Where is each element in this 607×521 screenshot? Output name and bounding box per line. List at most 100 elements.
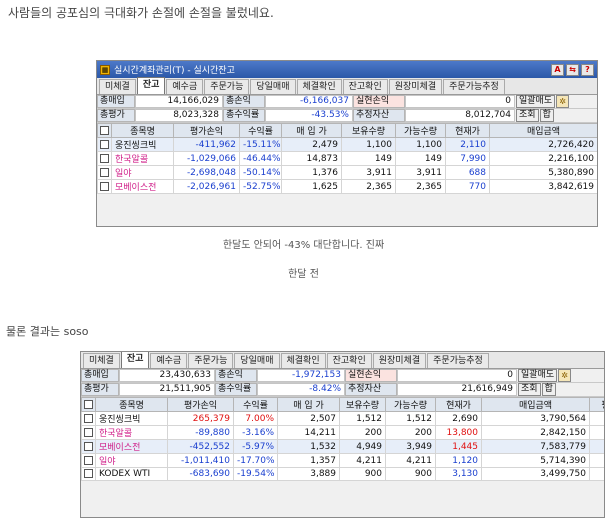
table-row[interactable]: KODEX WTI -683,690 -19.54% 3,889 900 900… xyxy=(81,467,604,481)
tab-deposit[interactable]: 예수금 xyxy=(166,79,204,94)
total-pnl-value: -6,166,037 xyxy=(265,95,353,108)
col-header-name[interactable]: 종목명 xyxy=(95,397,168,412)
table-header: 종목명 평가손익 수익률 매 입 가 보유수량 가능수량 현재가 매입금액 평 xyxy=(81,397,604,412)
row-checkbox[interactable] xyxy=(81,411,96,426)
col-header-price[interactable]: 현재가 xyxy=(435,397,482,412)
table-row[interactable]: 모베이스전 -452,552 -5.97% 1,532 4,949 3,949 … xyxy=(81,439,604,454)
current-price: 2,110 xyxy=(445,137,490,152)
quantity: 900 xyxy=(339,467,386,481)
tab-balance[interactable]: 잔고 xyxy=(136,77,166,94)
tab-daily-trade[interactable]: 당일매매 xyxy=(234,353,280,368)
row-checkbox[interactable] xyxy=(97,151,112,166)
col-header-pnl[interactable]: 평가손익 xyxy=(173,123,240,138)
tab-ledger-unfilled[interactable]: 원장미체결 xyxy=(372,353,427,368)
tab-balance-check[interactable]: 잔고확인 xyxy=(326,353,372,368)
row-checkbox[interactable] xyxy=(81,439,96,454)
col-header-cost[interactable]: 매입금액 xyxy=(489,123,597,138)
table-row[interactable]: 일야 -1,011,410 -17.70% 1,357 4,211 4,211 … xyxy=(81,453,604,468)
col-header-eval[interactable]: 평 xyxy=(589,397,604,412)
col-header-available[interactable]: 가능수량 xyxy=(385,397,436,412)
eval-pnl: 265,379 xyxy=(167,411,234,426)
table-header: 종목명 평가손익 수익률 매 입 가 보유수량 가능수량 현재가 매입금액 xyxy=(97,123,597,138)
quantity: 200 xyxy=(339,425,386,440)
quantity: 3,911 xyxy=(341,165,396,180)
tab-fill-check[interactable]: 체결확인 xyxy=(296,79,342,94)
tab-balance[interactable]: 잔고 xyxy=(120,352,150,368)
purchase-amount: 3,790,564 xyxy=(481,411,590,426)
available-qty: 1,512 xyxy=(385,411,436,426)
tab-unfilled[interactable]: 미체결 xyxy=(83,353,120,368)
table-row[interactable]: 웅진씽크빅 -411,962 -15.11% 2,479 1,100 1,100… xyxy=(97,137,597,152)
row-checkbox[interactable] xyxy=(81,425,96,440)
help-icon[interactable]: ? xyxy=(581,63,594,76)
tab-fill-check[interactable]: 체결확인 xyxy=(280,353,326,368)
available-qty: 3,949 xyxy=(385,439,436,454)
current-price: 3,130 xyxy=(435,467,482,481)
table-row[interactable]: 한국알콜 -1,029,066 -46.44% 14,873 149 149 7… xyxy=(97,151,597,166)
settings-gear-icon[interactable]: ✲ xyxy=(556,95,570,108)
tab-balance-check[interactable]: 잔고확인 xyxy=(342,79,388,94)
total-eval-value: 8,023,328 xyxy=(135,109,223,122)
col-header-rate[interactable]: 수익률 xyxy=(239,123,282,138)
sell-all-button[interactable]: 일괄매도 xyxy=(516,95,556,108)
tab-orderable-estimate[interactable]: 주문가능추정 xyxy=(443,79,505,94)
col-header-name[interactable]: 종목명 xyxy=(111,123,174,138)
table-row[interactable]: 모베이스전 -2,026,961 -52.75% 1,625 2,365 2,3… xyxy=(97,179,597,194)
window-title-bar[interactable]: ▦ 실시간계좌관리(T) - 실시간잔고 A ⇆ ? xyxy=(97,61,597,78)
purchase-amount: 5,380,890 xyxy=(489,165,597,180)
tab-orderable[interactable]: 주문가능 xyxy=(204,79,250,94)
return-rate: -52.75% xyxy=(239,179,282,194)
tab-ledger-unfilled[interactable]: 원장미체결 xyxy=(388,79,443,94)
col-header-price[interactable]: 현재가 xyxy=(445,123,490,138)
app-icon: ▦ xyxy=(100,64,110,75)
summary-row-2: 총평가 21,511,905 총수익률 -8.42% 추정자산 21,616,9… xyxy=(81,383,604,397)
quantity: 2,365 xyxy=(341,179,396,194)
tab-orderable-estimate[interactable]: 주문가능추정 xyxy=(427,353,489,368)
col-header-cost[interactable]: 매입금액 xyxy=(481,397,590,412)
font-size-icon[interactable]: A xyxy=(551,63,564,76)
settings-gear-icon[interactable]: ✲ xyxy=(558,369,572,382)
col-header-avg-price[interactable]: 매 입 가 xyxy=(281,123,342,138)
avg-price: 14,211 xyxy=(277,425,340,440)
select-all-checkbox[interactable] xyxy=(97,123,112,138)
query-button[interactable]: 조회 xyxy=(516,109,539,122)
purchase-amount: 3,842,619 xyxy=(489,179,597,194)
tab-unfilled[interactable]: 미체결 xyxy=(99,79,136,94)
link-icon[interactable]: ⇆ xyxy=(566,63,579,76)
col-header-pnl[interactable]: 평가손익 xyxy=(167,397,234,412)
row-checkbox[interactable] xyxy=(97,179,112,194)
table-row[interactable]: 일야 -2,698,048 -50.14% 1,376 3,911 3,911 … xyxy=(97,165,597,180)
row-checkbox[interactable] xyxy=(81,453,96,468)
holdings-table: 종목명 평가손익 수익률 매 입 가 보유수량 가능수량 현재가 매입금액 웅진… xyxy=(97,123,597,194)
row-checkbox[interactable] xyxy=(97,137,112,152)
current-price: 2,690 xyxy=(435,411,482,426)
table-row[interactable]: 웅진씽크빅 265,379 7.00% 2,507 1,512 1,512 2,… xyxy=(81,411,604,426)
purchase-amount: 2,726,420 xyxy=(489,137,597,152)
query-button[interactable]: 조회 xyxy=(518,383,541,396)
select-all-checkbox[interactable] xyxy=(81,397,96,412)
available-qty: 149 xyxy=(395,151,446,166)
sell-all-button[interactable]: 일괄매도 xyxy=(518,369,558,382)
total-rate-value: -8.42% xyxy=(257,383,345,396)
sum-button[interactable]: 합 xyxy=(539,109,554,122)
tab-orderable[interactable]: 주문가능 xyxy=(188,353,234,368)
summary-row-2: 총평가 8,023,328 총수익률 -43.53% 추정자산 8,012,70… xyxy=(97,109,597,123)
col-header-quantity[interactable]: 보유수량 xyxy=(341,123,396,138)
row-checkbox[interactable] xyxy=(97,165,112,180)
stock-name: 한국알콜 xyxy=(95,425,168,440)
eval-pnl: -683,690 xyxy=(167,467,234,481)
return-rate: -17.70% xyxy=(233,453,278,468)
col-header-avg-price[interactable]: 매 입 가 xyxy=(277,397,340,412)
table-row[interactable]: 한국알콜 -89,880 -3.16% 14,211 200 200 13,80… xyxy=(81,425,604,440)
col-header-rate[interactable]: 수익률 xyxy=(233,397,278,412)
sum-button[interactable]: 합 xyxy=(541,383,556,396)
tab-deposit[interactable]: 예수금 xyxy=(150,353,188,368)
col-header-available[interactable]: 가능수량 xyxy=(395,123,446,138)
available-qty: 4,211 xyxy=(385,453,436,468)
total-buy-value: 23,430,633 xyxy=(119,369,215,382)
caption-second: 한달 전 xyxy=(288,269,319,280)
row-checkbox[interactable] xyxy=(81,467,96,481)
total-pnl-label: 총손익 xyxy=(215,369,257,382)
col-header-quantity[interactable]: 보유수량 xyxy=(339,397,386,412)
tab-daily-trade[interactable]: 당일매매 xyxy=(250,79,296,94)
